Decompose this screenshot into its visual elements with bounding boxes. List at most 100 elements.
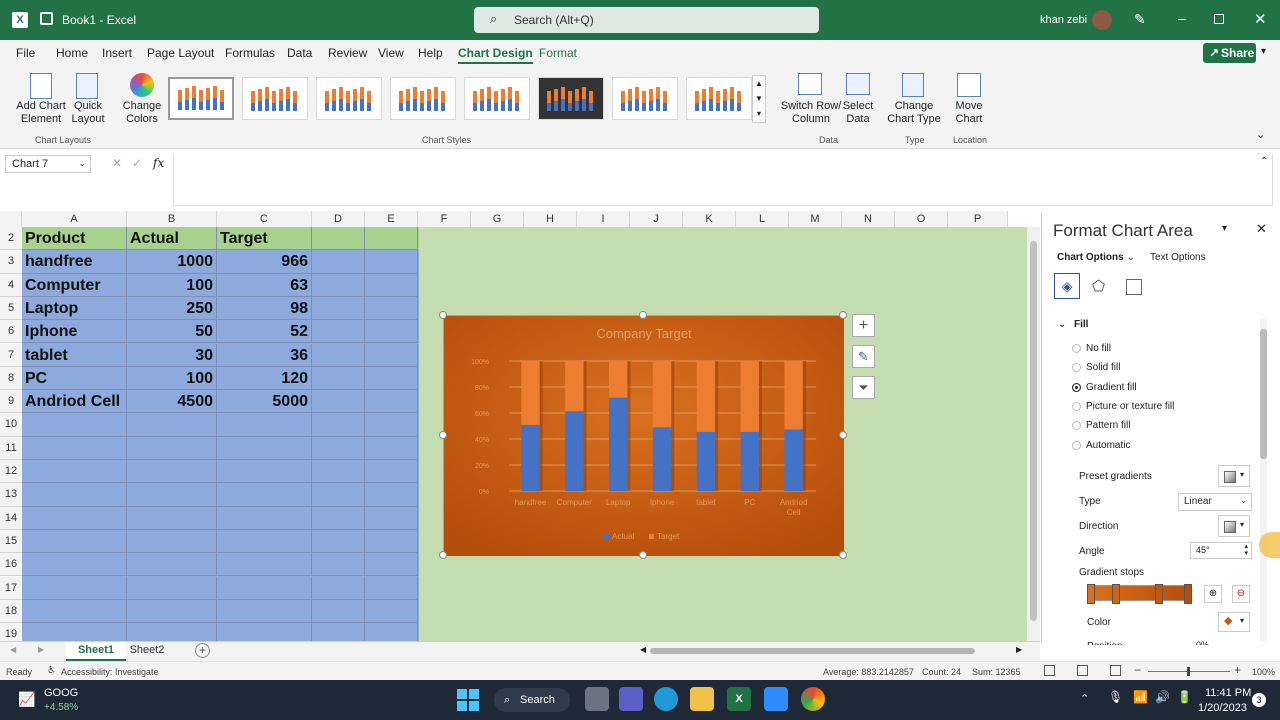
table-cell[interactable]: 100 bbox=[127, 366, 217, 391]
bar-target[interactable] bbox=[521, 361, 540, 425]
column-header[interactable]: F bbox=[418, 211, 471, 227]
fill-option-label[interactable]: Automatic bbox=[1086, 440, 1130, 451]
gradient-stop-handle[interactable] bbox=[1112, 584, 1120, 604]
clock-date[interactable]: 1/20/2023 bbox=[1198, 702, 1247, 714]
h-scroll-thumb[interactable] bbox=[650, 648, 975, 654]
collapse-ribbon-icon[interactable]: ⌄ bbox=[1256, 128, 1265, 141]
bar-target[interactable] bbox=[740, 361, 759, 432]
status-accessibility[interactable]: Accessibility: Investigate bbox=[61, 667, 159, 677]
chart-filter-icon[interactable]: ⏷ bbox=[852, 376, 875, 399]
excel-taskbar-icon[interactable]: X bbox=[727, 687, 751, 711]
pen-icon[interactable]: ✎ bbox=[1134, 11, 1146, 28]
table-cell[interactable] bbox=[312, 529, 365, 554]
tab-insert[interactable]: Insert bbox=[102, 46, 132, 60]
row-header[interactable]: 19 bbox=[0, 623, 22, 641]
save-icon[interactable] bbox=[40, 12, 53, 25]
table-cell[interactable] bbox=[312, 506, 365, 530]
table-cell[interactable] bbox=[365, 553, 418, 577]
chart-style-thumb[interactable] bbox=[390, 77, 456, 120]
angle-input[interactable]: 45° ▴ ▾ bbox=[1190, 542, 1252, 559]
table-cell[interactable]: 63 bbox=[217, 273, 312, 297]
row-header[interactable]: 15 bbox=[0, 529, 22, 554]
next-sheet-icon[interactable]: ▶ bbox=[38, 645, 44, 654]
table-cell[interactable]: 966 bbox=[217, 250, 312, 274]
direction-button[interactable]: ▾ bbox=[1218, 515, 1250, 537]
table-cell[interactable] bbox=[127, 623, 217, 641]
table-cell[interactable] bbox=[312, 343, 365, 367]
table-cell[interactable] bbox=[22, 436, 127, 460]
column-header[interactable]: J bbox=[630, 211, 683, 227]
table-cell[interactable]: 52 bbox=[217, 320, 312, 344]
table-cell[interactable] bbox=[365, 576, 418, 600]
table-cell[interactable] bbox=[365, 390, 418, 414]
spinner-icon[interactable]: ▴ ▾ bbox=[1244, 543, 1248, 557]
gradient-stops-bar[interactable] bbox=[1088, 585, 1192, 601]
chart-handle[interactable] bbox=[839, 311, 847, 319]
table-cell[interactable]: tablet bbox=[22, 343, 127, 367]
formula-input[interactable] bbox=[173, 154, 1273, 206]
taskbar-search[interactable]: ⌕ Search bbox=[494, 688, 570, 712]
scroll-thumb[interactable] bbox=[1030, 241, 1037, 621]
bar-actual[interactable] bbox=[696, 431, 716, 491]
remove-stop-icon[interactable]: ⊖ bbox=[1232, 585, 1250, 603]
edge-icon[interactable] bbox=[654, 687, 678, 711]
row-header[interactable]: 16 bbox=[0, 553, 22, 577]
table-cell[interactable] bbox=[312, 599, 365, 624]
expand-formula-icon[interactable]: ⌃ bbox=[1260, 156, 1268, 167]
chart-style-thumb[interactable] bbox=[464, 77, 530, 120]
tab-home[interactable]: Home bbox=[56, 46, 88, 60]
fill-option-label[interactable]: Solid fill bbox=[1086, 362, 1120, 373]
table-cell[interactable] bbox=[365, 483, 418, 507]
page-layout-view-icon[interactable] bbox=[1077, 665, 1088, 676]
stock-ticker[interactable]: GOOG bbox=[44, 687, 78, 699]
table-cell[interactable] bbox=[312, 553, 365, 577]
bar-actual[interactable] bbox=[608, 397, 628, 491]
gradient-stop-handle[interactable] bbox=[1155, 584, 1163, 604]
table-cell[interactable] bbox=[365, 506, 418, 530]
zoom-slider[interactable] bbox=[1148, 667, 1230, 676]
table-cell[interactable] bbox=[217, 576, 312, 600]
chart-handle[interactable] bbox=[439, 311, 447, 319]
table-cell[interactable]: Laptop bbox=[22, 296, 127, 321]
column-header[interactable]: H bbox=[524, 211, 577, 227]
color-picker-button[interactable]: ◆ ▾ bbox=[1218, 612, 1250, 632]
column-header[interactable]: L bbox=[736, 211, 789, 227]
table-cell[interactable] bbox=[22, 623, 127, 641]
row-header[interactable]: 10 bbox=[0, 413, 22, 437]
table-cell[interactable] bbox=[312, 227, 365, 251]
fill-option-radio[interactable] bbox=[1072, 382, 1081, 392]
chart-style-thumb[interactable] bbox=[686, 77, 752, 120]
volume-icon[interactable]: 🔊 bbox=[1155, 690, 1170, 704]
table-cell[interactable] bbox=[127, 599, 217, 624]
avatar[interactable] bbox=[1092, 10, 1112, 30]
cancel-icon[interactable]: ✕ bbox=[112, 156, 122, 170]
fill-option-label[interactable]: No fill bbox=[1086, 343, 1111, 354]
bar-actual[interactable] bbox=[740, 431, 759, 491]
table-cell[interactable] bbox=[217, 529, 312, 554]
chart-style-thumb[interactable] bbox=[316, 77, 382, 120]
column-header[interactable]: K bbox=[683, 211, 736, 227]
page-break-view-icon[interactable] bbox=[1110, 665, 1121, 676]
table-cell[interactable]: 250 bbox=[127, 296, 217, 321]
tab-file[interactable]: File bbox=[16, 46, 35, 60]
zoom-slider-thumb[interactable] bbox=[1187, 667, 1190, 676]
table-cell[interactable] bbox=[312, 366, 365, 391]
table-header-cell[interactable]: Actual bbox=[127, 227, 217, 251]
fill-section-chevron-icon[interactable]: ⌄ bbox=[1058, 319, 1066, 330]
table-cell[interactable] bbox=[312, 483, 365, 507]
table-cell[interactable] bbox=[312, 250, 365, 274]
column-header[interactable]: B bbox=[127, 211, 217, 227]
sheet-tab-sheet1[interactable]: Sheet1 bbox=[66, 642, 126, 661]
column-header[interactable]: G bbox=[471, 211, 524, 227]
tab-text-options[interactable]: Text Options bbox=[1150, 252, 1206, 263]
table-cell[interactable] bbox=[365, 366, 418, 391]
column-header[interactable]: I bbox=[577, 211, 630, 227]
column-header[interactable]: N bbox=[842, 211, 895, 227]
chevron-down-icon[interactable]: ▾ bbox=[1261, 46, 1266, 57]
gradient-stop-handle[interactable] bbox=[1087, 584, 1095, 604]
search-box[interactable]: ⌕ Search (Alt+Q) bbox=[474, 7, 819, 33]
bar-target[interactable] bbox=[696, 361, 716, 432]
table-cell[interactable] bbox=[127, 576, 217, 600]
zoom-out-icon[interactable]: − bbox=[1134, 663, 1141, 677]
table-cell[interactable] bbox=[365, 296, 418, 321]
